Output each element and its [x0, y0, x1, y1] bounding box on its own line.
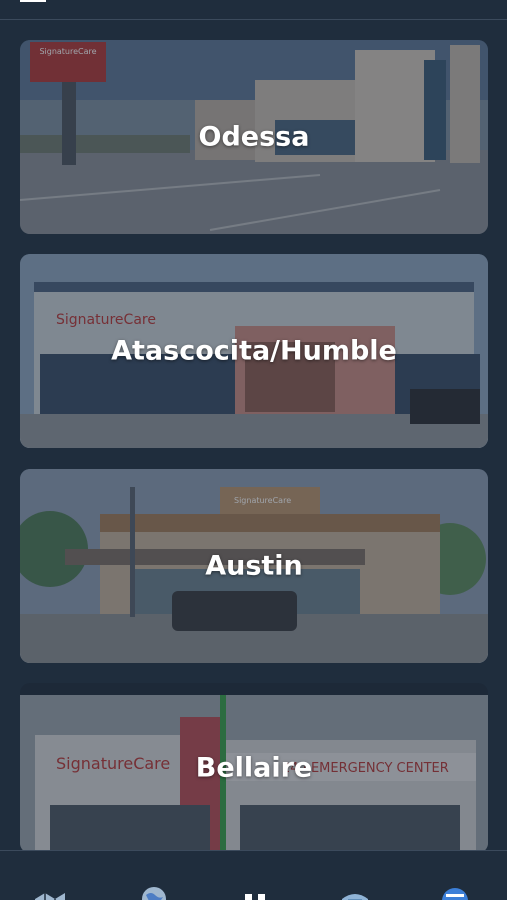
locations-screen: SignatureCare Odessa SignatureCare Atasc…	[0, 0, 507, 900]
location-name: Atascocita/Humble	[111, 335, 397, 367]
app-bar	[0, 0, 507, 20]
location-name: Bellaire	[195, 752, 313, 784]
location-name: Austin	[205, 550, 303, 582]
location-card-atascocita-humble[interactable]: SignatureCare Atascocita/Humble	[20, 254, 488, 448]
menu-icon[interactable]	[20, 0, 46, 2]
bottom-navigation	[0, 850, 507, 900]
profile-icon[interactable]	[438, 885, 472, 900]
map-icon[interactable]	[33, 885, 67, 900]
globe-icon[interactable]	[137, 885, 171, 900]
location-card-austin[interactable]: SignatureCare Austin	[20, 469, 488, 663]
location-card-odessa[interactable]: SignatureCare Odessa	[20, 40, 488, 234]
location-name: Odessa	[198, 121, 310, 153]
phone-icon[interactable]	[338, 885, 372, 900]
location-card-bellaire[interactable]: 24 · EMERGENCY CENTER SignatureCare Bell…	[20, 683, 488, 853]
pause-icon[interactable]	[238, 885, 272, 900]
